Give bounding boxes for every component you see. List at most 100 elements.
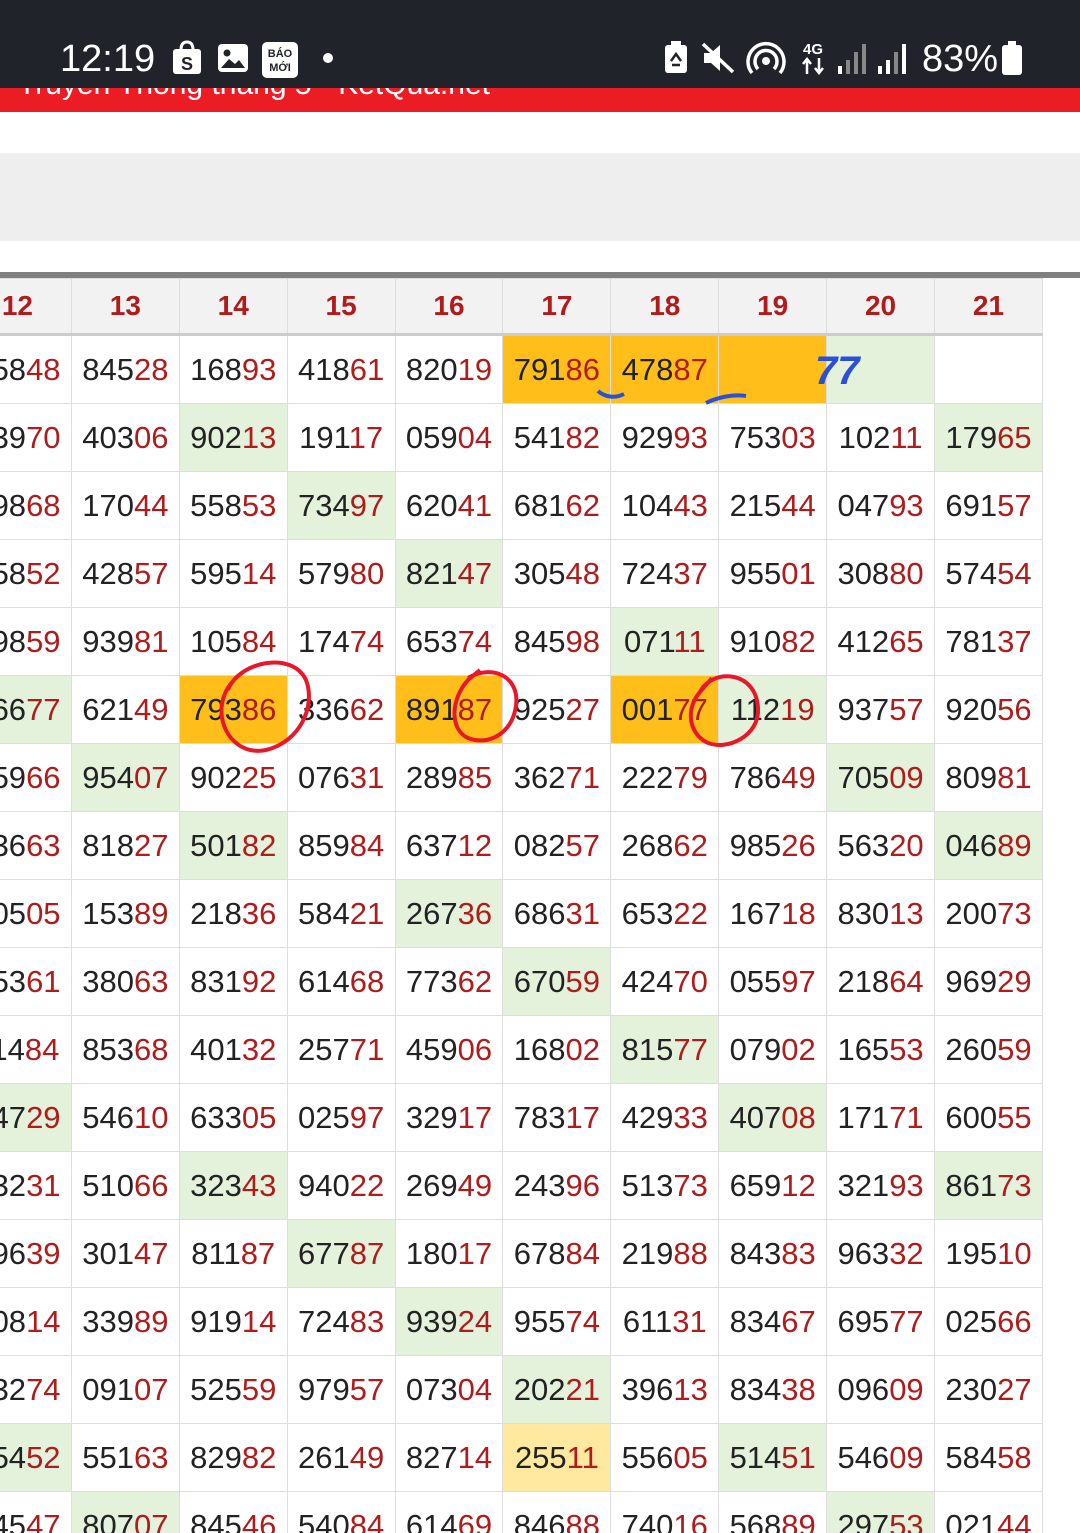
number-last-two-digits: 17 bbox=[457, 1235, 493, 1271]
table-row: 5667762149793863366289187925270017711219… bbox=[0, 675, 1043, 744]
number-last-two-digits: 67 bbox=[781, 1303, 816, 1339]
number-prefix: 830 bbox=[837, 895, 890, 931]
result-cell: 58421 bbox=[286, 879, 396, 948]
number-last-two-digits: 80 bbox=[349, 555, 385, 591]
number-prefix: 584 bbox=[298, 895, 350, 931]
number-prefix: 954 bbox=[82, 759, 134, 795]
number-last-two-digits: 77 bbox=[26, 691, 61, 727]
table-row: 65848845281689341861820197918647887 bbox=[0, 334, 1043, 404]
gallery-icon bbox=[216, 40, 250, 76]
result-cell: 16718 bbox=[718, 879, 828, 948]
number-last-two-digits: 56 bbox=[997, 691, 1032, 727]
number-prefix: 910 bbox=[729, 623, 782, 659]
number-prefix: 541 bbox=[513, 419, 566, 455]
number-last-two-digits: 14 bbox=[241, 555, 277, 591]
number-last-two-digits: 31 bbox=[565, 895, 600, 931]
number-prefix: 104 bbox=[621, 487, 674, 523]
result-cell: 00814 bbox=[0, 1287, 72, 1356]
result-cell: 20073 bbox=[934, 879, 1043, 948]
result-cell: 19117 bbox=[286, 403, 396, 472]
number-prefix: 403 bbox=[82, 419, 134, 455]
number-prefix: 055 bbox=[729, 963, 782, 999]
result-cell: 09609 bbox=[826, 1355, 936, 1424]
result-cell: 60055 bbox=[934, 1083, 1043, 1152]
number-last-two-digits: 05 bbox=[241, 1099, 277, 1135]
result-cell: 19510 bbox=[934, 1219, 1043, 1288]
result-cell: 82714 bbox=[394, 1423, 504, 1492]
number-last-two-digits: 27 bbox=[565, 691, 600, 727]
table-row: 6585242857595145798082147305487243795501… bbox=[0, 539, 1043, 608]
number-last-two-digits: 19 bbox=[457, 351, 493, 387]
number-prefix: 336 bbox=[298, 691, 350, 727]
number-last-two-digits: 03 bbox=[781, 419, 816, 455]
result-cell: 65322 bbox=[610, 879, 720, 948]
number-prefix: 834 bbox=[729, 1303, 782, 1339]
number-prefix: 174 bbox=[298, 623, 350, 659]
result-cell: 83231 bbox=[0, 1151, 72, 1220]
result-cell: 65912 bbox=[718, 1151, 828, 1220]
number-prefix: 076 bbox=[298, 759, 350, 795]
result-cell bbox=[718, 334, 828, 404]
result-cell: 90225 bbox=[178, 743, 288, 812]
number-prefix: 153 bbox=[82, 895, 134, 931]
number-last-two-digits: 89 bbox=[133, 895, 169, 931]
result-cell: 65852 bbox=[0, 539, 72, 608]
result-cell: 54609 bbox=[826, 1423, 936, 1492]
number-last-two-digits: 61 bbox=[349, 351, 385, 387]
number-prefix: 773 bbox=[405, 963, 458, 999]
number-prefix: 969 bbox=[945, 963, 998, 999]
number-prefix: 362 bbox=[513, 759, 566, 795]
number-last-two-digits: 47 bbox=[133, 1235, 169, 1271]
table-body: 6584884528168934186182019791864788783970… bbox=[0, 334, 1043, 1533]
number-last-two-digits: 98 bbox=[565, 623, 600, 659]
result-cell: 63712 bbox=[394, 811, 504, 880]
number-last-two-digits: 89 bbox=[133, 1303, 169, 1339]
number-last-two-digits: 43 bbox=[673, 487, 708, 523]
banner-title[interactable]: Truyền Thông tháng 5 - KetQua.net bbox=[18, 88, 490, 102]
result-cell: 21544 bbox=[718, 471, 828, 540]
result-cell: 65361 bbox=[0, 947, 72, 1016]
number-last-two-digits: 74 bbox=[349, 623, 385, 659]
result-cell: 81187 bbox=[178, 1219, 288, 1288]
result-cell: 30147 bbox=[70, 1219, 180, 1288]
column-header: 19 bbox=[718, 278, 828, 336]
result-cell: 93981 bbox=[70, 607, 180, 676]
result-cell: 10211 bbox=[826, 403, 936, 472]
result-cell: 21864 bbox=[826, 947, 936, 1016]
number-prefix: 611 bbox=[622, 1303, 673, 1339]
number-prefix: 222 bbox=[621, 759, 674, 795]
number-last-two-digits: 27 bbox=[997, 1371, 1032, 1407]
column-header: 12 bbox=[0, 278, 72, 336]
result-cell: 55853 bbox=[178, 471, 288, 540]
number-last-two-digits: 47 bbox=[457, 555, 493, 591]
number-last-two-digits: 65 bbox=[997, 419, 1032, 455]
result-cell: 72483 bbox=[286, 1287, 396, 1356]
number-last-two-digits: 58 bbox=[997, 1439, 1032, 1475]
number-prefix: 832 bbox=[0, 1371, 27, 1407]
number-last-two-digits: 82 bbox=[565, 419, 600, 455]
number-last-two-digits: 02 bbox=[781, 1031, 816, 1067]
number-prefix: 963 bbox=[837, 1235, 890, 1271]
number-last-two-digits: 93 bbox=[673, 419, 708, 455]
number-last-two-digits: 51 bbox=[781, 1439, 816, 1475]
number-prefix: 939 bbox=[405, 1303, 458, 1339]
result-cell: 82147 bbox=[394, 539, 504, 608]
number-last-two-digits: 73 bbox=[673, 1167, 708, 1203]
result-cell: 26862 bbox=[610, 811, 720, 880]
number-prefix: 218 bbox=[837, 963, 890, 999]
number-last-two-digits: 06 bbox=[133, 419, 169, 455]
number-last-two-digits: 77 bbox=[673, 1031, 708, 1067]
number-last-two-digits: 14 bbox=[241, 1303, 277, 1339]
number-prefix: 008 bbox=[0, 1303, 27, 1339]
number-prefix: 818 bbox=[82, 827, 134, 863]
number-last-two-digits: 27 bbox=[133, 827, 169, 863]
number-last-two-digits: 59 bbox=[241, 1371, 277, 1407]
result-cell: 95407 bbox=[70, 743, 180, 812]
number-last-two-digits: 87 bbox=[457, 691, 493, 727]
number-prefix: 902 bbox=[190, 759, 242, 795]
result-cell: 86173 bbox=[934, 1151, 1043, 1220]
table-row: 2454780707845465408461469846887401656889… bbox=[0, 1491, 1043, 1533]
number-last-two-digits: 81 bbox=[997, 759, 1032, 795]
number-prefix: 243 bbox=[513, 1167, 566, 1203]
result-cell bbox=[826, 334, 936, 404]
